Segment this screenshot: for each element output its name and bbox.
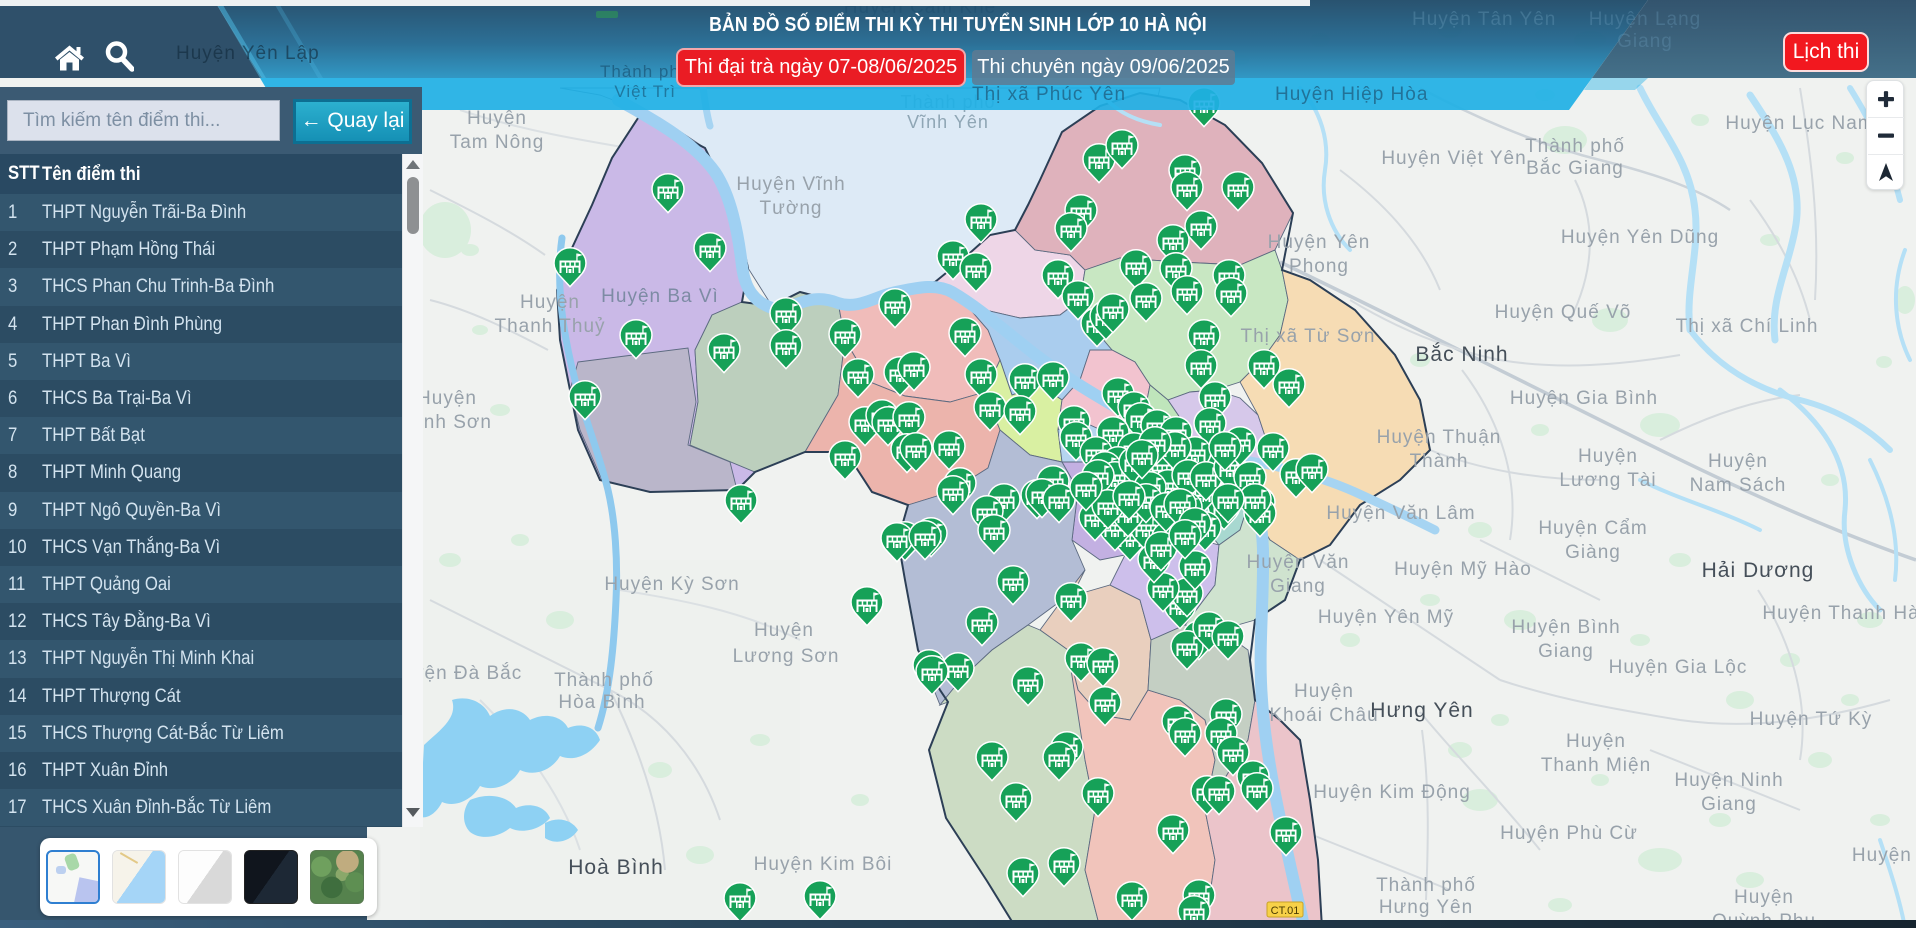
- svg-text:Huyện: Huyện: [520, 292, 580, 313]
- svg-text:Huyện Quế Võ: Huyện Quế Võ: [1495, 302, 1632, 323]
- svg-text:Lương Sơn: Lương Sơn: [733, 646, 840, 667]
- svg-text:Thị xã Từ Sơn: Thị xã Từ Sơn: [1241, 326, 1376, 347]
- svg-text:Huyện Ba Vì: Huyện Ba Vì: [601, 286, 719, 307]
- svg-text:Huyện Kim Bôi: Huyện Kim Bôi: [754, 854, 893, 875]
- svg-text:Bắc Ninh: Bắc Ninh: [1415, 343, 1508, 366]
- svg-text:Thành phố: Thành phố: [1525, 136, 1625, 157]
- svg-text:Huyện Thuận: Huyện Thuận: [1377, 427, 1502, 448]
- svg-text:Huyện: Huyện: [1708, 451, 1768, 472]
- svg-text:Giang: Giang: [1538, 641, 1594, 662]
- svg-text:Huyện Yên Mỹ: Huyện Yên Mỹ: [1318, 607, 1454, 628]
- svg-text:Giang: Giang: [1270, 576, 1326, 597]
- svg-text:Bắc Giang: Bắc Giang: [1526, 157, 1624, 179]
- svg-text:Huyện: Huyện: [1566, 731, 1626, 752]
- svg-text:Thanh Miện: Thanh Miện: [1541, 755, 1651, 776]
- svg-text:Huyện: Huyện: [754, 620, 814, 641]
- svg-text:Huyện Tứ Kỳ: Huyện Tứ Kỳ: [1750, 709, 1873, 730]
- svg-text:Thành phố: Thành phố: [554, 670, 654, 691]
- svg-text:Huyện: Huyện: [1294, 681, 1354, 702]
- svg-text:Phong: Phong: [1289, 256, 1349, 277]
- svg-text:Thị xã Chí Linh: Thị xã Chí Linh: [1676, 316, 1819, 337]
- svg-text:Huyện: Huyện: [467, 108, 527, 129]
- svg-text:Hòa Bình: Hòa Bình: [558, 692, 645, 713]
- svg-text:Giàng: Giàng: [1565, 542, 1621, 563]
- svg-text:Huyện Lục Nam: Huyện Lục Nam: [1725, 113, 1874, 134]
- svg-text:Huyện Mỹ Hào: Huyện Mỹ Hào: [1394, 559, 1532, 580]
- svg-text:Hoà Bình: Hoà Bình: [568, 856, 664, 879]
- svg-text:Nam Sách: Nam Sách: [1690, 475, 1787, 496]
- svg-text:Huyện Văn: Huyện Văn: [1246, 552, 1349, 573]
- svg-text:Lương Tài: Lương Tài: [1559, 470, 1656, 491]
- svg-text:Huyện Văn Lâm: Huyện Văn Lâm: [1326, 503, 1475, 524]
- svg-text:Huyện: Huyện: [1578, 446, 1638, 467]
- svg-text:Thanh Thuỷ: Thanh Thuỷ: [494, 316, 605, 337]
- svg-text:Hưng Yên: Hưng Yên: [1379, 897, 1473, 918]
- svg-text:Huyện Việt Yên: Huyện Việt Yên: [1381, 148, 1526, 169]
- svg-text:Huyện: Huyện: [1734, 887, 1794, 908]
- svg-text:Huyện Vĩnh: Huyện Vĩnh: [736, 174, 845, 195]
- svg-text:Khoái Châu: Khoái Châu: [1269, 705, 1378, 726]
- svg-text:Hưng Yên: Hưng Yên: [1370, 699, 1473, 722]
- svg-text:Huyện Yên Dũng: Huyện Yên Dũng: [1561, 227, 1719, 248]
- svg-text:Giang: Giang: [1701, 794, 1757, 815]
- svg-text:Tường: Tường: [760, 198, 823, 219]
- svg-text:Huyện Gia Bình: Huyện Gia Bình: [1510, 388, 1658, 409]
- svg-text:Huyện: Huyện: [417, 388, 477, 409]
- svg-text:Huyện Ninh: Huyện Ninh: [1674, 770, 1783, 791]
- svg-text:Thành: Thành: [1410, 451, 1469, 472]
- svg-text:Huyện Bình: Huyện Bình: [1511, 617, 1620, 638]
- svg-text:Huyện Gia Lộc: Huyện Gia Lộc: [1609, 657, 1748, 678]
- svg-text:Huyện Cẩm: Huyện Cẩm: [1538, 518, 1647, 539]
- svg-text:CT.01: CT.01: [1271, 905, 1300, 917]
- svg-text:Huyện Yên: Huyện Yên: [1268, 232, 1371, 253]
- svg-text:Huyện Kim Động: Huyện Kim Động: [1313, 782, 1471, 803]
- svg-text:Huyện Vĩ: Huyện Vĩ: [1852, 845, 1916, 866]
- svg-text:Hải Dương: Hải Dương: [1702, 559, 1815, 582]
- svg-text:Huyện Phù Cừ: Huyện Phù Cừ: [1500, 823, 1638, 844]
- svg-text:Tam Nông: Tam Nông: [450, 132, 545, 153]
- svg-text:Vĩnh Yên: Vĩnh Yên: [907, 112, 989, 132]
- svg-text:Huyện Thanh Hà: Huyện Thanh Hà: [1762, 603, 1916, 624]
- svg-text:Huyện Kỳ Sơn: Huyện Kỳ Sơn: [604, 574, 739, 595]
- svg-text:Thành phố: Thành phố: [1376, 875, 1476, 896]
